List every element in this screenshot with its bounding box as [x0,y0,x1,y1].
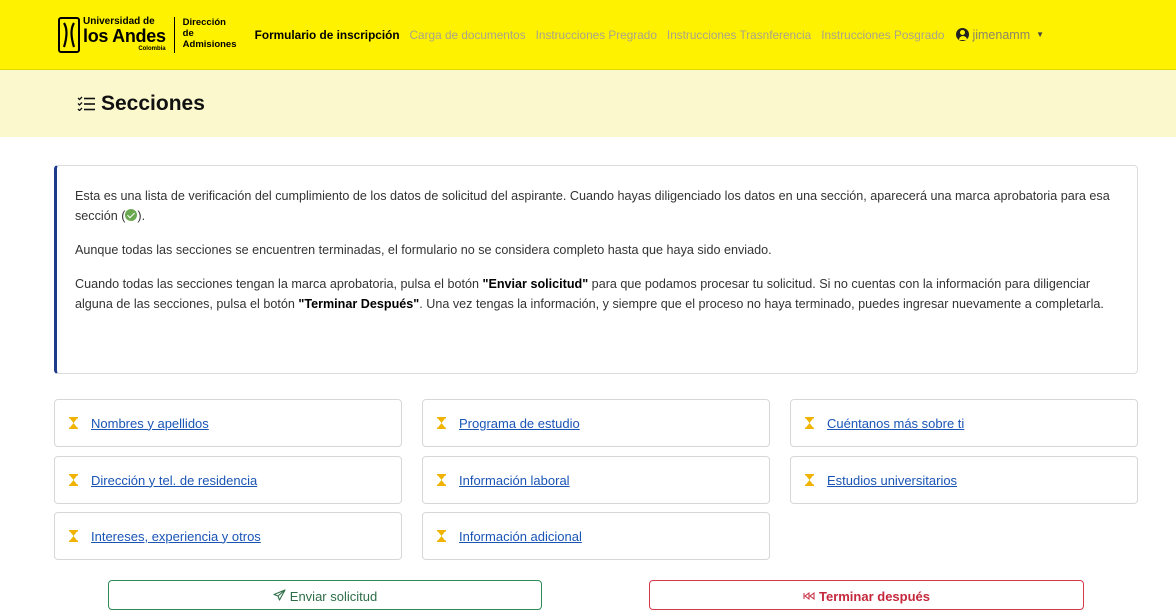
info-text: ). [137,209,146,223]
logo-department: Dirección de Admisiones [182,17,237,50]
section-link-estudios[interactable]: Estudios universitarios [827,473,957,488]
hourglass-icon [437,417,446,429]
fast-backward-icon [803,589,815,604]
section-card: Cuéntanos más sobre ti [790,399,1138,447]
section-card: Nombres y apellidos [54,399,402,447]
section-link-programa[interactable]: Programa de estudio [459,416,580,431]
hourglass-icon [69,474,78,486]
later-button-label: Terminar después [818,589,931,604]
hourglass-icon [69,530,78,542]
nav-link-instrucciones-transferencia[interactable]: Instrucciones Trasnferencia [667,28,811,42]
top-navbar: Universidad de los Andes Colombia Direcc… [0,0,1176,70]
hourglass-icon [69,417,78,429]
hourglass-icon [805,474,814,486]
section-card: Intereses, experiencia y otros [54,512,402,560]
nav-link-instrucciones-pregrado[interactable]: Instrucciones Pregrado [536,28,657,42]
info-box: Esta es una lista de verificación del cu… [54,165,1138,374]
user-circle-icon [956,28,970,41]
hourglass-icon [437,474,446,486]
list-check-icon [77,96,95,111]
logo-text: Universidad de los Andes Colombia [83,17,166,53]
user-name: jimenamm [972,27,1031,42]
section-link-direccion[interactable]: Dirección y tel. de residencia [91,473,257,488]
section-card: Dirección y tel. de residencia [54,456,402,504]
info-strong: "Terminar Después" [298,297,420,311]
info-text: . Una vez tengas la información, y siemp… [419,297,1104,311]
section-header: Secciones [0,70,1176,137]
section-link-intereses[interactable]: Intereses, experiencia y otros [91,529,261,544]
section-card: Información adicional [422,512,770,560]
hourglass-icon [437,530,446,542]
logo-divider [173,16,175,53]
section-card: Estudios universitarios [790,456,1138,504]
info-paragraph-1: Esta es una lista de verificación del cu… [75,186,1119,226]
logo-line3: Colombia [138,46,166,52]
paper-plane-icon [273,589,286,604]
send-application-button[interactable]: Enviar solicitud [108,580,542,610]
caret-down-icon: ▼ [1036,30,1045,39]
info-strong: "Enviar solicitud" [482,277,589,291]
section-card: Información laboral [422,456,770,504]
info-paragraph-2: Aunque todas las secciones se encuentren… [75,243,772,257]
section-link-cuentanos[interactable]: Cuéntanos más sobre ti [827,416,964,431]
section-link-nombres[interactable]: Nombres y apellidos [91,416,209,431]
finish-later-button[interactable]: Terminar después [649,580,1084,610]
info-paragraph-3: Cuando todas las secciones tengan la mar… [75,274,1119,314]
section-card: Programa de estudio [422,399,770,447]
section-link-laboral[interactable]: Información laboral [459,473,570,488]
page-title: Secciones [101,91,205,115]
info-text: Esta es una lista de verificación del cu… [75,189,1110,223]
logo-line2: los Andes [83,26,166,46]
user-menu[interactable]: jimenamm ▼ [956,28,1044,42]
hourglass-icon [805,417,814,429]
university-logo[interactable]: Universidad de los Andes Colombia Direcc… [58,15,239,55]
section-link-adicional[interactable]: Información adicional [459,529,582,544]
nav-link-formulario[interactable]: Formulario de inscripción [255,28,400,42]
nav-link-instrucciones-posgrado[interactable]: Instrucciones Posgrado [821,28,944,42]
logo-mark-icon [58,16,80,53]
nav-links: Formulario de inscripción Carga de docum… [255,28,1044,42]
nav-link-carga-documentos[interactable]: Carga de documentos [410,28,526,42]
info-text: Cuando todas las secciones tengan la mar… [75,277,483,291]
check-circle-icon [125,209,138,221]
send-button-label: Enviar solicitud [289,589,378,604]
